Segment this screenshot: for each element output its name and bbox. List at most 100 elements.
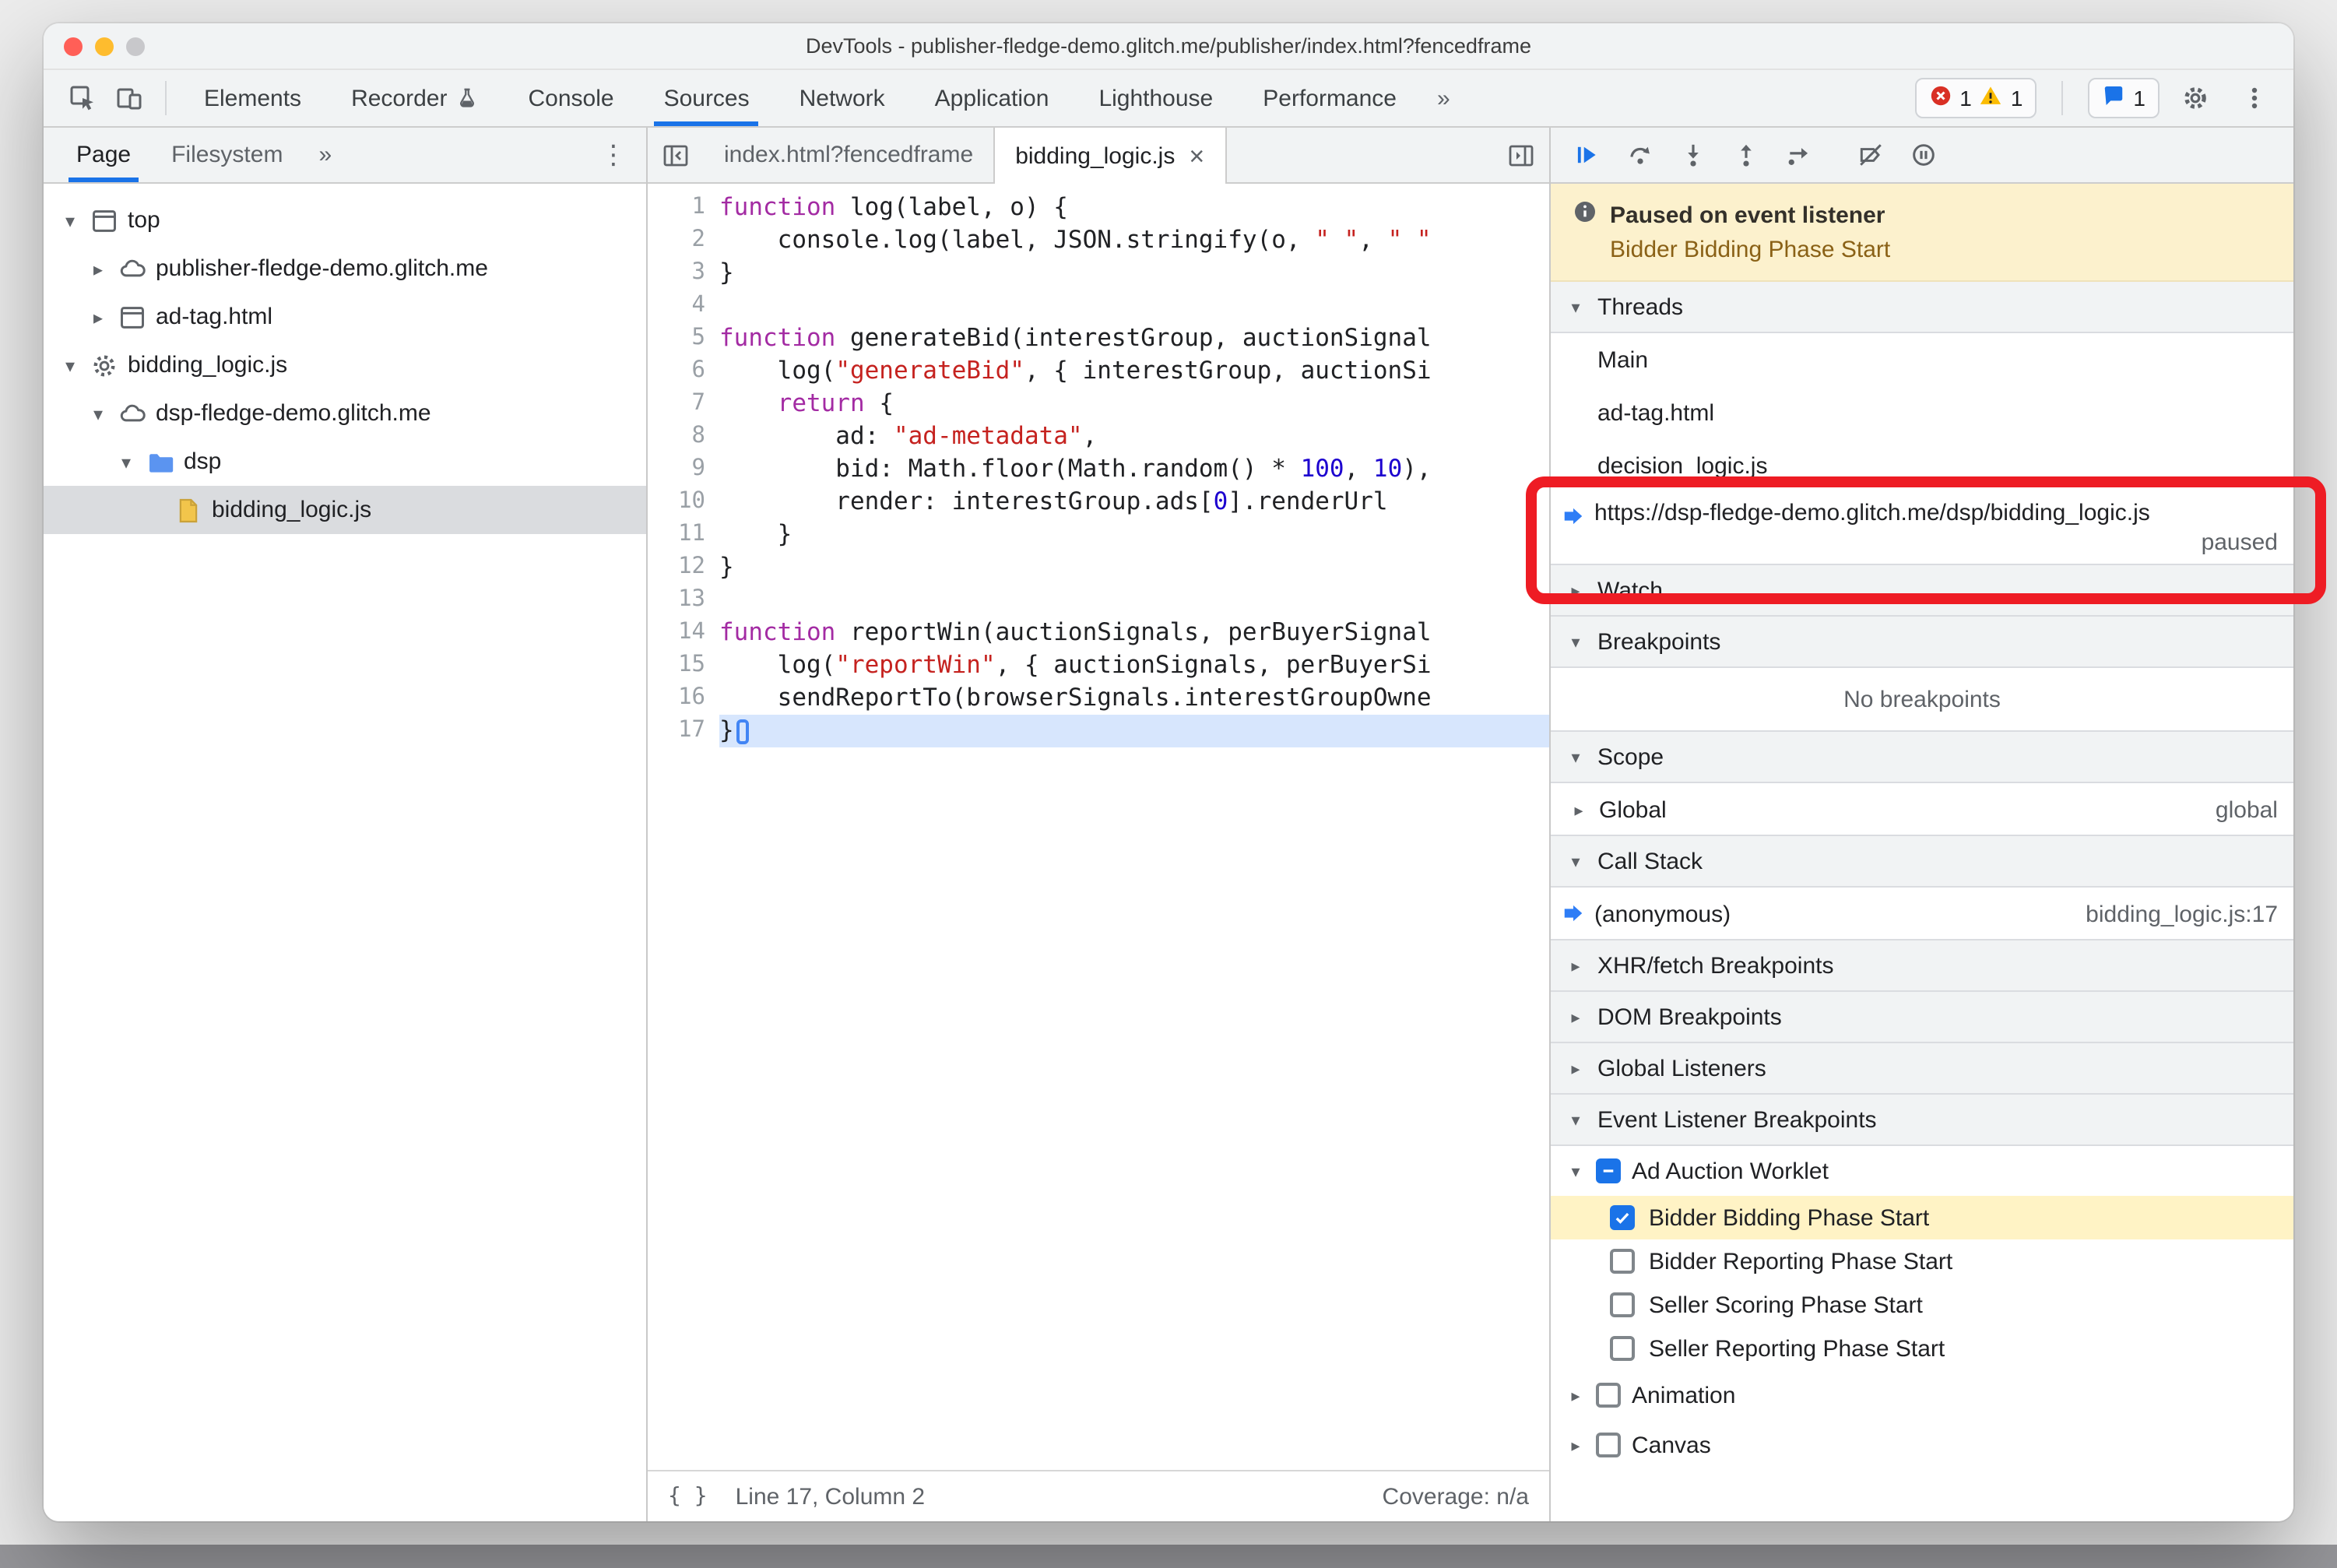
- section-scope[interactable]: ▾ Scope: [1551, 730, 2293, 783]
- line-number[interactable]: 17: [648, 715, 719, 747]
- line-number[interactable]: 2: [648, 224, 719, 257]
- stack-frame-anonymous[interactable]: (anonymous) bidding_logic.js:17: [1551, 888, 2293, 940]
- device-toolbar-icon[interactable]: [106, 75, 153, 121]
- more-tools-chevron[interactable]: »: [1422, 85, 1466, 111]
- step-over-button[interactable]: [1619, 135, 1660, 175]
- line-number[interactable]: 12: [648, 551, 719, 584]
- disclosure-expanded-icon[interactable]: ▾: [1566, 1161, 1585, 1181]
- step-out-button[interactable]: [1725, 135, 1766, 175]
- line-number[interactable]: 10: [648, 486, 719, 519]
- code-line-11[interactable]: }: [719, 519, 1549, 551]
- elb-item-bidder-reporting-phase-start[interactable]: Bidder Reporting Phase Start: [1551, 1239, 2293, 1283]
- code-line-10[interactable]: render: interestGroup.ads[0].renderUrl: [719, 486, 1549, 519]
- step-into-button[interactable]: [1672, 135, 1713, 175]
- elb-category-ad-auction-worklet[interactable]: ▾ Ad Auction Worklet: [1551, 1146, 2293, 1196]
- checkbox-ad-auction-worklet[interactable]: [1596, 1158, 1621, 1183]
- disclosure-collapsed-icon[interactable]: ▸: [1566, 1435, 1585, 1455]
- editor-tab-bidding-logic-js[interactable]: bidding_logic.js ×: [993, 128, 1227, 184]
- line-number[interactable]: 6: [648, 355, 719, 388]
- section-watch[interactable]: ▸ Watch: [1551, 564, 2293, 617]
- line-number[interactable]: 1: [648, 192, 719, 224]
- checkbox-canvas[interactable]: [1596, 1433, 1621, 1457]
- section-breakpoints[interactable]: ▾ Breakpoints: [1551, 615, 2293, 668]
- code-line-12[interactable]: }: [719, 551, 1549, 584]
- line-number[interactable]: 3: [648, 257, 719, 290]
- line-number[interactable]: 14: [648, 617, 719, 649]
- code-line-2[interactable]: console.log(label, JSON.stringify(o, " "…: [719, 224, 1549, 257]
- section-dom-breakpoints[interactable]: ▸ DOM Breakpoints: [1551, 990, 2293, 1043]
- zoom-button[interactable]: [126, 37, 145, 55]
- elb-category-animation[interactable]: ▸ Animation: [1551, 1370, 2293, 1420]
- tab-elements[interactable]: Elements: [179, 70, 326, 126]
- elb-item-seller-reporting-phase-start[interactable]: Seller Reporting Phase Start: [1551, 1327, 2293, 1370]
- section-threads[interactable]: ▾ Threads: [1551, 282, 2293, 333]
- section-xhr-fetch-breakpoints[interactable]: ▸ XHR/fetch Breakpoints: [1551, 939, 2293, 992]
- disclosure-expanded-icon[interactable]: ▾: [87, 403, 109, 424]
- checkbox-bidder-reporting-phase-start[interactable]: [1610, 1249, 1635, 1274]
- thread-ad-tag-html[interactable]: ad-tag.html: [1551, 386, 2293, 439]
- line-number[interactable]: 4: [648, 290, 719, 322]
- line-number[interactable]: 16: [648, 682, 719, 715]
- issues-badge[interactable]: 1 1: [1914, 78, 2037, 118]
- section-global-listeners[interactable]: ▸ Global Listeners: [1551, 1042, 2293, 1095]
- tab-page[interactable]: Page: [56, 128, 151, 182]
- thread-decision-logic-js[interactable]: decision_logic.js: [1551, 439, 2293, 492]
- scope-global[interactable]: ▸ Global global: [1551, 783, 2293, 836]
- line-number[interactable]: 7: [648, 388, 719, 420]
- disclosure-collapsed-icon[interactable]: ▸: [1566, 1385, 1585, 1405]
- tab-network[interactable]: Network: [775, 70, 910, 126]
- messages-badge[interactable]: 1: [2088, 78, 2160, 118]
- code-line-14[interactable]: function reportWin(auctionSignals, perBu…: [719, 617, 1549, 649]
- tab-application[interactable]: Application: [910, 70, 1074, 126]
- line-number[interactable]: 9: [648, 453, 719, 486]
- code-line-9[interactable]: bid: Math.floor(Math.random() * 100, 10)…: [719, 453, 1549, 486]
- line-number[interactable]: 5: [648, 322, 719, 355]
- thread-main[interactable]: Main: [1551, 333, 2293, 386]
- elb-category-canvas[interactable]: ▸ Canvas: [1551, 1420, 2293, 1470]
- settings-gear-icon[interactable]: [2172, 75, 2219, 121]
- code-line-17[interactable]: }: [719, 715, 1549, 747]
- deactivate-breakpoints-button[interactable]: [1850, 135, 1890, 175]
- checkbox-seller-reporting-phase-start[interactable]: [1610, 1336, 1635, 1361]
- thread-https-dsp-fledge-demo-glitch-me-dsp-bidding-logic-js[interactable]: https://dsp-fledge-demo.glitch.me/dsp/bi…: [1551, 492, 2293, 565]
- code-line-5[interactable]: function generateBid(interestGroup, auct…: [719, 322, 1549, 355]
- editor-tab-index-html-fencedframe[interactable]: index.html?fencedframe: [704, 128, 993, 182]
- more-editor-tabs-icon[interactable]: [1493, 128, 1549, 182]
- line-number[interactable]: 15: [648, 649, 719, 682]
- checkbox-animation[interactable]: [1596, 1383, 1621, 1408]
- pretty-print-icon[interactable]: { }: [668, 1484, 708, 1509]
- disclosure-collapsed-icon[interactable]: ▸: [87, 306, 109, 328]
- disclosure-expanded-icon[interactable]: ▾: [59, 354, 81, 376]
- pause-on-exceptions-button[interactable]: [1903, 135, 1943, 175]
- code-line-4[interactable]: [719, 290, 1549, 322]
- code-line-13[interactable]: [719, 584, 1549, 617]
- code-lines[interactable]: function log(label, o) { console.log(lab…: [719, 192, 1549, 1470]
- tab-filesystem[interactable]: Filesystem: [151, 128, 303, 182]
- code-line-3[interactable]: }: [719, 257, 1549, 290]
- tree-item-publisher-fledge-demo-glitch-me[interactable]: ▸ publisher-fledge-demo.glitch.me: [44, 244, 646, 293]
- step-button[interactable]: [1778, 135, 1819, 175]
- inspect-element-icon[interactable]: [59, 75, 106, 121]
- code-line-8[interactable]: ad: "ad-metadata",: [719, 420, 1549, 453]
- tab-sources[interactable]: Sources: [639, 70, 775, 126]
- section-call-stack[interactable]: ▾ Call Stack: [1551, 835, 2293, 888]
- disclosure-expanded-icon[interactable]: ▾: [59, 209, 81, 231]
- navigator-more-icon[interactable]: ⋮: [593, 139, 634, 171]
- code-line-1[interactable]: function log(label, o) {: [719, 192, 1549, 224]
- disclosure-collapsed-icon[interactable]: ▸: [1569, 800, 1588, 820]
- line-number[interactable]: 8: [648, 420, 719, 453]
- tree-item-ad-tag-html[interactable]: ▸ ad-tag.html: [44, 293, 646, 341]
- minimize-button[interactable]: [95, 37, 114, 55]
- kebab-menu-icon[interactable]: [2231, 75, 2278, 121]
- toggle-navigator-icon[interactable]: [648, 128, 704, 182]
- tree-item-bidding-logic-js[interactable]: bidding_logic.js: [44, 486, 646, 534]
- line-number[interactable]: 13: [648, 584, 719, 617]
- code-line-7[interactable]: return {: [719, 388, 1549, 420]
- code-line-15[interactable]: log("reportWin", { auctionSignals, perBu…: [719, 649, 1549, 682]
- checkbox-seller-scoring-phase-start[interactable]: [1610, 1292, 1635, 1317]
- checkbox-bidder-bidding-phase-start[interactable]: [1610, 1205, 1635, 1230]
- line-number[interactable]: 11: [648, 519, 719, 551]
- code-line-16[interactable]: sendReportTo(browserSignals.interestGrou…: [719, 682, 1549, 715]
- section-event-listener-breakpoints[interactable]: ▾ Event Listener Breakpoints: [1551, 1093, 2293, 1146]
- tab-lighthouse[interactable]: Lighthouse: [1074, 70, 1238, 126]
